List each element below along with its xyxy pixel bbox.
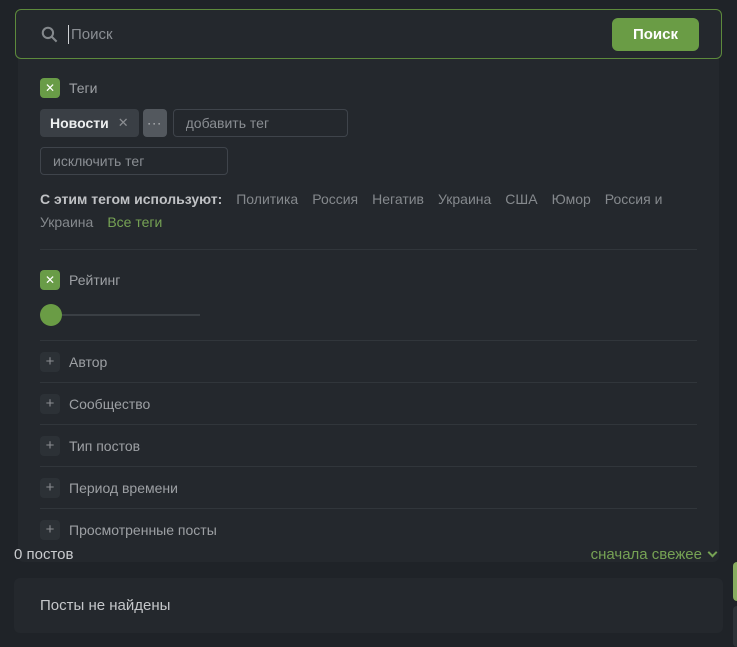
filter-section-community[interactable]: + Сообщество [40, 382, 697, 424]
rating-section-title: Рейтинг [69, 272, 120, 288]
empty-message: Посты не найдены [40, 597, 170, 614]
tags-section-title: Теги [69, 80, 97, 96]
empty-results-card: Посты не найдены [14, 578, 723, 633]
tag-options-button[interactable]: ··· [143, 109, 167, 137]
filter-panel: ✕ Теги Новости ✕ ··· С этим тегом исполь… [18, 59, 719, 562]
search-button[interactable]: Поиск [612, 18, 699, 51]
search-bar: Поиск [15, 9, 722, 59]
exclude-tag-input[interactable] [40, 147, 228, 175]
expand-icon[interactable]: + [40, 394, 60, 414]
rating-slider [40, 304, 697, 326]
remove-rating-filter-button[interactable]: ✕ [40, 270, 60, 290]
expand-icon[interactable]: + [40, 352, 60, 372]
selected-tag-label: Новости [50, 115, 109, 131]
results-count: 0 постов [14, 546, 74, 563]
related-tag-link[interactable]: Украина [438, 191, 491, 207]
related-tags: С этим тегом используют: Политика Россия Не… [40, 188, 697, 234]
chevron-down-icon [708, 548, 718, 558]
related-tag-link[interactable]: США [505, 191, 537, 207]
filter-section-post-type[interactable]: + Тип постов [40, 424, 697, 466]
filter-section-label: Период времени [69, 480, 178, 496]
filter-section-label: Просмотренные посты [69, 522, 217, 538]
filter-section-author[interactable]: + Автор [40, 340, 697, 382]
related-tag-link[interactable]: Юмор [552, 191, 591, 207]
search-input[interactable] [71, 26, 612, 43]
filter-section-viewed-posts[interactable]: + Просмотренные посты [40, 508, 697, 550]
related-tag-link[interactable]: Россия [312, 191, 358, 207]
expand-icon[interactable]: + [40, 520, 60, 540]
filter-section-time-period[interactable]: + Период времени [40, 466, 697, 508]
expand-icon[interactable]: + [40, 478, 60, 498]
expand-icon[interactable]: + [40, 436, 60, 456]
rating-section-header: ✕ Рейтинг [40, 260, 697, 300]
sort-label: сначала свежее [591, 546, 702, 563]
related-tags-label: С этим тегом используют: [40, 191, 222, 207]
search-icon [40, 25, 59, 44]
text-caret [68, 25, 69, 44]
add-tag-input[interactable] [173, 109, 348, 137]
exclude-tag-row [40, 147, 697, 175]
filter-section-label: Автор [69, 354, 107, 370]
related-tag-link[interactable]: Негатив [372, 191, 424, 207]
rating-slider-handle[interactable] [40, 304, 62, 326]
rating-slider-track[interactable] [40, 314, 200, 316]
sort-dropdown[interactable]: сначала свежее [591, 546, 716, 563]
tag-chip-row: Новости ✕ ··· [40, 109, 697, 137]
remove-tag-icon[interactable]: ✕ [118, 115, 129, 131]
divider [40, 249, 697, 250]
related-tag-link[interactable]: Политика [236, 191, 298, 207]
filter-section-label: Тип постов [69, 438, 140, 454]
selected-tag-chip[interactable]: Новости ✕ [40, 109, 139, 137]
floating-action-button-partial[interactable] [733, 562, 737, 601]
floating-button-partial[interactable] [733, 606, 737, 647]
results-header: 0 постов сначала свежее [14, 546, 716, 563]
tags-section-header: ✕ Теги [40, 78, 697, 98]
filter-section-label: Сообщество [69, 396, 150, 412]
all-tags-link[interactable]: Все теги [107, 214, 162, 230]
remove-tags-filter-button[interactable]: ✕ [40, 78, 60, 98]
